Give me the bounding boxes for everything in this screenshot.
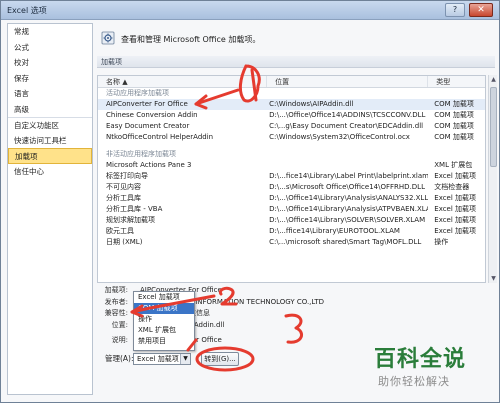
row-location: C:\...g\Easy Document Creator\EDCAddin.d… <box>269 122 424 130</box>
row-name: Easy Document Creator <box>106 122 190 130</box>
detail-location-label: 位置: <box>111 320 128 329</box>
nav-item-addins[interactable]: 加载项 <box>8 148 92 164</box>
table-row[interactable]: 标签打印向导 D:\...fice14\Library\Label Print\… <box>98 171 485 182</box>
detail-addin-label: 加载项: <box>104 286 128 294</box>
watermark-title: 百科全说 <box>374 347 467 372</box>
column-name[interactable]: 名称 ▲ <box>98 76 268 87</box>
row-type: Excel 加载项 <box>434 194 477 202</box>
table-row[interactable]: Microsoft Actions Pane 3 XML 扩展包 <box>98 160 485 171</box>
detail-publisher-label: 发布者: <box>104 297 128 306</box>
row-location: C:\...\microsoft shared\Smart Tag\MOFL.D… <box>269 238 422 246</box>
row-name: AIPConverter For Office <box>106 100 188 108</box>
row-location: D:\...\Office14\Library\Analysis\ATPVBAE… <box>269 205 429 213</box>
manage-select-value: Excel 加载项 <box>137 355 179 363</box>
row-name: 欧元工具 <box>106 227 134 235</box>
title-bar: Excel 选项 ? ✕ <box>1 1 499 20</box>
manage-dropdown-list[interactable]: Excel 加载项 COM 加载项 操作 XML 扩展包 禁用项目 <box>133 291 195 351</box>
manage-label: 管理(A): <box>105 354 134 363</box>
row-location: D:\...\Office\Office14\ADDINS\TCSCCONV.D… <box>269 111 426 119</box>
nav-item-proofing[interactable]: 校对 <box>8 55 92 71</box>
table-row[interactable]: 不可见内容 D:\...s\Microsoft Office\Office14\… <box>98 182 485 193</box>
row-type: Excel 加载项 <box>434 216 477 224</box>
scroll-thumb[interactable] <box>490 87 497 167</box>
watermark-subtitle: 助你轻松解决 <box>378 375 450 388</box>
table-row[interactable]: 分析工具库 D:\...\Office14\Library\Analysis\A… <box>98 193 485 204</box>
row-location: C:\Windows\System32\OfficeControl.ocx <box>269 133 410 141</box>
nav-item-advanced[interactable]: 高级 <box>8 102 92 118</box>
section-title: 加载项 <box>97 56 495 68</box>
nav-item-quick-access-toolbar[interactable]: 快速访问工具栏 <box>8 133 92 149</box>
panel-header: 查看和管理 Microsoft Office 加载项。 <box>121 35 261 44</box>
dropdown-option-excel-addins[interactable]: Excel 加载项 <box>134 292 194 303</box>
nav-item-save[interactable]: 保存 <box>8 71 92 87</box>
column-type[interactable]: 类型 <box>428 76 485 87</box>
row-location: D:\...\Office14\Library\Analysis\ANALYS3… <box>269 194 429 202</box>
dropdown-option-disabled-items[interactable]: 禁用项目 <box>134 336 194 347</box>
row-location: D:\...s\Microsoft Office\Office14\OFFRHD… <box>269 183 425 191</box>
nav-item-trust-center[interactable]: 信任中心 <box>8 164 92 180</box>
help-button[interactable]: ? <box>445 3 465 17</box>
row-type: 文档检查器 <box>434 183 470 191</box>
table-row[interactable]: 日期 (XML) C:\...\microsoft shared\Smart T… <box>98 237 485 248</box>
table-row[interactable]: Chinese Conversion Addin D:\...\Office\O… <box>98 110 485 121</box>
scroll-up-icon[interactable]: ▲ <box>489 75 498 84</box>
table-row[interactable]: NtkoOfficeControl HelperAddin C:\Windows… <box>98 132 485 143</box>
row-type: Excel 加载项 <box>434 172 477 180</box>
options-nav: 常规 公式 校对 保存 语言 高级 自定义功能区 快速访问工具栏 加载项 信任中… <box>7 23 93 395</box>
row-name: NtkoOfficeControl HelperAddin <box>106 133 214 141</box>
manage-select[interactable]: Excel 加载项 ▼ <box>133 353 191 365</box>
row-location: C:\Windows\AIPAddin.dll <box>269 100 354 108</box>
table-row[interactable]: 分析工具库 - VBA D:\...\Office14\Library\Anal… <box>98 204 485 215</box>
row-type: COM 加载项 <box>434 100 474 108</box>
addin-gear-icon <box>101 31 115 45</box>
row-location: D:\...ffice14\Library\EUROTOOL.XLAM <box>269 227 400 235</box>
nav-item-formulas[interactable]: 公式 <box>8 40 92 56</box>
row-type: COM 加载项 <box>434 133 474 141</box>
row-location: D:\...\Office14\Library\SOLVER\SOLVER.XL… <box>269 216 426 224</box>
row-name: 分析工具库 - VBA <box>106 205 163 213</box>
row-location <box>267 160 428 171</box>
row-type: Excel 加载项 <box>434 205 477 213</box>
group-inactive: 非活动应用程序加载项 <box>106 150 176 158</box>
list-header: 名称 ▲ 位置 类型 <box>98 76 485 88</box>
table-row[interactable]: 规划求解加载项 D:\...\Office14\Library\SOLVER\S… <box>98 215 485 226</box>
dropdown-option-xml-packs[interactable]: XML 扩展包 <box>134 325 194 336</box>
window-title: Excel 选项 <box>7 6 47 15</box>
row-type: XML 扩展包 <box>434 161 473 169</box>
addins-list[interactable]: 名称 ▲ 位置 类型 活动应用程序加载项 AIPConverter For Of… <box>97 75 486 283</box>
list-scrollbar[interactable]: ▲ ▼ <box>488 75 497 283</box>
table-row[interactable]: AIPConverter For Office C:\Windows\AIPAd… <box>98 99 485 110</box>
row-name: Microsoft Actions Pane 3 <box>106 161 192 169</box>
dropdown-option-actions[interactable]: 操作 <box>134 314 194 325</box>
close-button[interactable]: ✕ <box>469 3 493 17</box>
row-name: 标签打印向导 <box>106 172 148 180</box>
row-name: 规划求解加载项 <box>106 216 155 224</box>
chevron-down-icon[interactable]: ▼ <box>180 354 190 364</box>
group-active: 活动应用程序加载项 <box>106 89 169 97</box>
scroll-down-icon[interactable]: ▼ <box>489 274 498 283</box>
column-location[interactable]: 位置 <box>267 76 429 87</box>
row-name: 日期 (XML) <box>106 238 143 246</box>
detail-compat-label: 兼容性: <box>104 309 128 317</box>
nav-item-language[interactable]: 语言 <box>8 86 92 102</box>
row-name: 分析工具库 <box>106 194 141 202</box>
row-type: COM 加载项 <box>434 122 474 130</box>
nav-item-customize-ribbon[interactable]: 自定义功能区 <box>8 117 92 133</box>
row-type: 操作 <box>434 238 449 246</box>
watermark-logo: 百科全说 助你轻松解决 <box>372 340 496 398</box>
go-button[interactable]: 转到(G)... <box>201 352 239 366</box>
table-row[interactable]: Easy Document Creator C:\...g\Easy Docum… <box>98 121 485 132</box>
row-type: Excel 加载项 <box>434 227 477 235</box>
nav-item-general[interactable]: 常规 <box>8 24 92 40</box>
dropdown-option-com-addins[interactable]: COM 加载项 <box>134 303 194 314</box>
row-location: D:\...fice14\Library\Label Print\labelpr… <box>269 172 429 180</box>
row-name: Chinese Conversion Addin <box>106 111 198 119</box>
row-name: 不可见内容 <box>106 183 141 191</box>
table-row[interactable]: 欧元工具 D:\...ffice14\Library\EUROTOOL.XLAM… <box>98 226 485 237</box>
row-type: COM 加载项 <box>434 111 474 119</box>
detail-desc-label: 说明: <box>111 336 128 344</box>
